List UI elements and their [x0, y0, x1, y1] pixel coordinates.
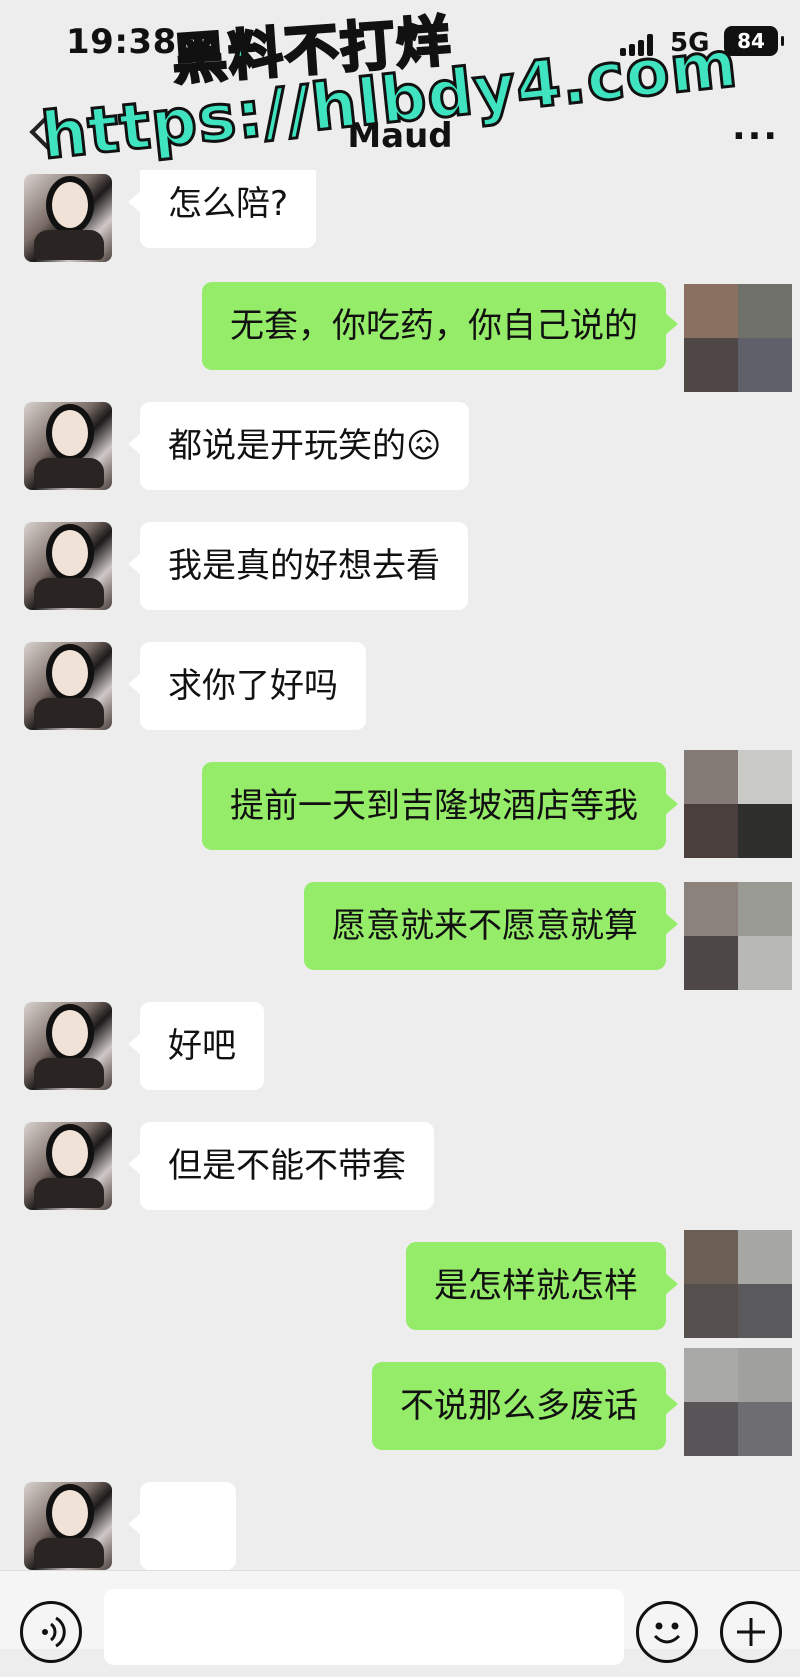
contact-avatar[interactable] [24, 174, 112, 262]
message-bubble-outgoing[interactable]: 是怎样就怎样 [406, 1242, 678, 1330]
status-bar: 19:38 5G 84 [0, 0, 800, 88]
voice-icon[interactable] [20, 1601, 82, 1663]
message-bubble-incoming[interactable]: 求你了好吗 [128, 642, 366, 730]
self-avatar[interactable] [684, 750, 792, 858]
self-avatar[interactable] [684, 882, 792, 990]
chat-title: Maud [347, 116, 453, 156]
contact-avatar[interactable] [24, 1002, 112, 1090]
message-input[interactable] [104, 1589, 624, 1665]
self-avatar[interactable] [684, 284, 792, 392]
contact-avatar[interactable] [24, 642, 112, 730]
status-time: 19:38 [66, 22, 177, 62]
battery-icon: 84 [724, 26, 784, 56]
message-bubble-incoming[interactable]: 但是不能不带套 [128, 1122, 434, 1210]
message-bubble-incoming[interactable]: 我是真的好想去看 [128, 522, 468, 610]
message-bubble-incoming[interactable]: 好吧 [128, 1002, 264, 1090]
network-type: 5G [670, 28, 710, 58]
message-bubble-outgoing[interactable]: 无套，你吃药，你自己说的 [202, 282, 678, 370]
emoji-icon[interactable] [636, 1601, 698, 1663]
message-bubble-incoming[interactable]: 怎么陪? [127, 170, 317, 248]
message-composer [0, 1570, 800, 1665]
message-list[interactable]: 怎么陪? 无套，你吃药，你自己说的 都说是开玩笑的😖 我是真的好想去看 求你了好… [0, 170, 800, 1570]
message-bubble-outgoing[interactable]: 愿意就来不愿意就算 [304, 882, 678, 970]
message-bubble-incoming[interactable] [128, 1482, 236, 1570]
contact-avatar[interactable] [24, 402, 112, 490]
plus-icon[interactable] [720, 1601, 782, 1663]
signal-icon [620, 34, 660, 56]
contact-avatar[interactable] [24, 1482, 112, 1570]
self-avatar[interactable] [684, 1230, 792, 1338]
self-avatar[interactable] [684, 1348, 792, 1456]
message-bubble-outgoing[interactable]: 提前一天到吉隆坡酒店等我 [202, 762, 678, 850]
contact-avatar[interactable] [24, 1122, 112, 1210]
message-bubble-incoming[interactable]: 都说是开玩笑的😖 [127, 402, 470, 490]
contact-avatar[interactable] [24, 522, 112, 610]
more-options-icon[interactable]: ··· [732, 116, 779, 157]
message-bubble-outgoing[interactable]: 不说那么多废话 [372, 1362, 678, 1450]
